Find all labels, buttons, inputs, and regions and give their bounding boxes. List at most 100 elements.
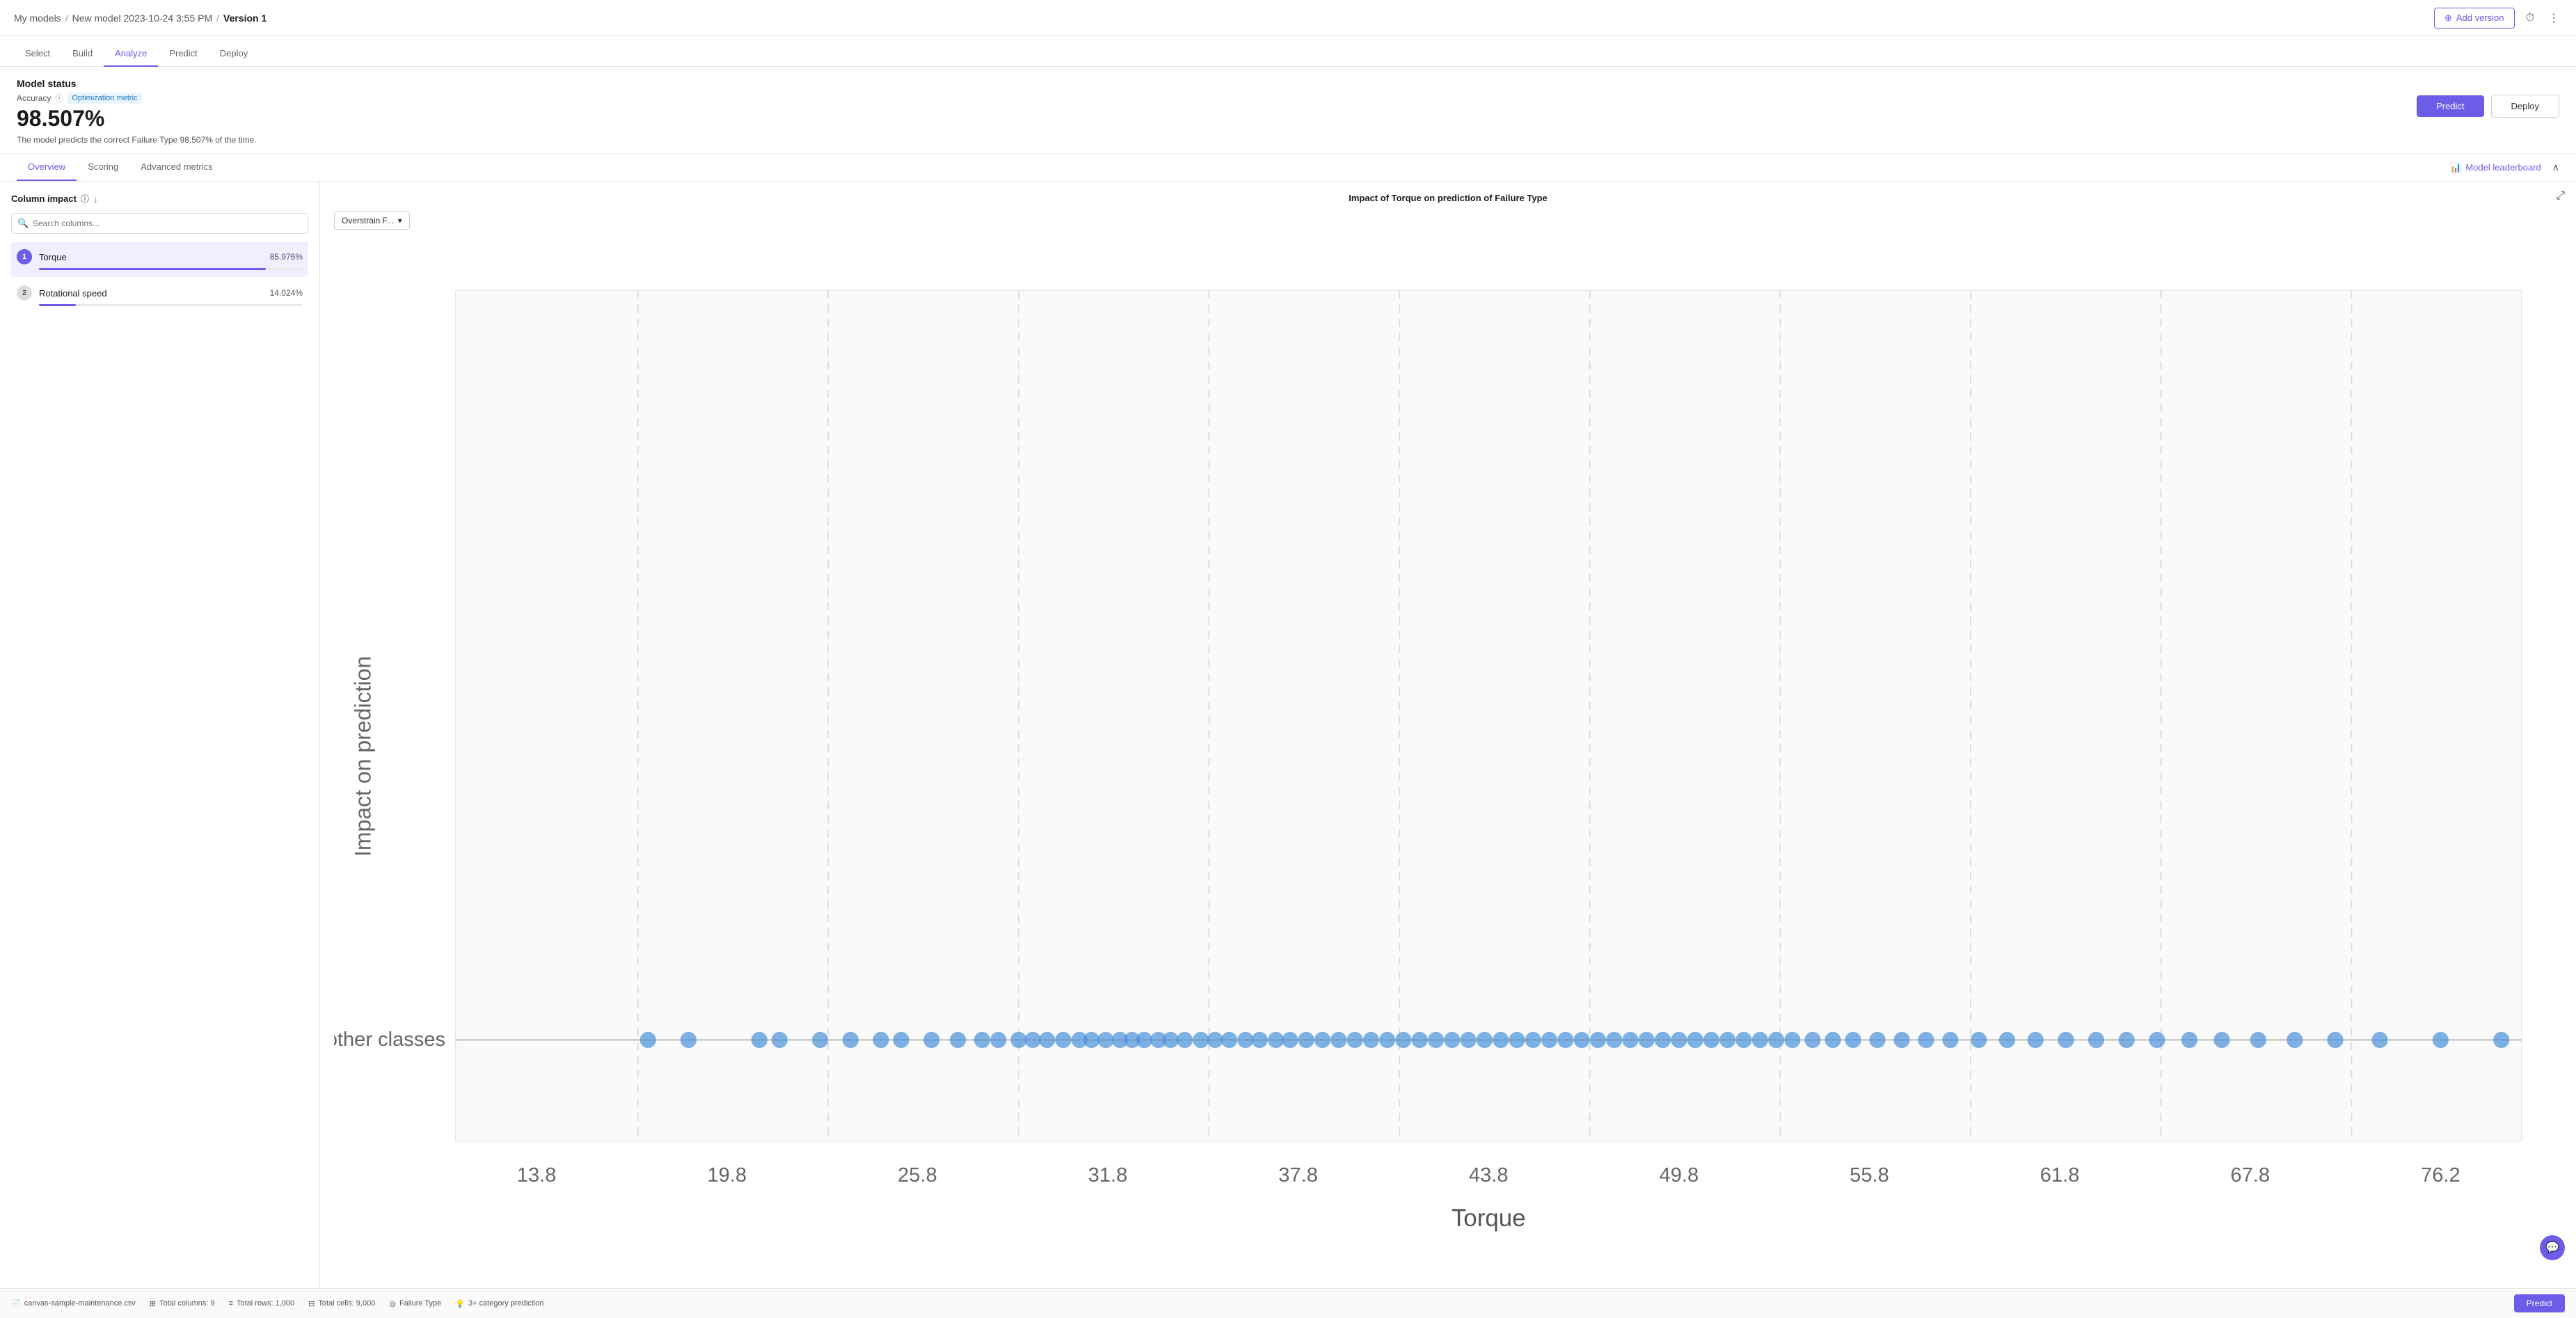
tab-analyze[interactable]: Analyze	[104, 41, 158, 67]
model-name-link[interactable]: New model 2023-10-24 3:55 PM	[72, 13, 213, 24]
column-item-rotational-speed[interactable]: 2 Rotational speed 14.024%	[11, 278, 308, 313]
chat-icon: 💬	[2545, 1241, 2559, 1255]
main-content: Model status Accuracy ⓘ Optimization met…	[0, 67, 2576, 1288]
tab-predict[interactable]: Predict	[158, 41, 208, 67]
file-icon: 📄	[11, 1299, 21, 1308]
chevron-down-icon: ▾	[398, 216, 402, 225]
nav-tabs: Select Build Analyze Predict Deploy	[0, 36, 2576, 67]
target-text: Failure Type	[399, 1299, 441, 1308]
predict-button-main[interactable]: Predict	[2417, 95, 2483, 117]
col-bar-torque	[39, 268, 266, 270]
content-area: Column impact ⓘ ↓ 🔍 1 Torque 85.976%	[0, 182, 2576, 1288]
svg-text:61.8: 61.8	[2040, 1164, 2080, 1186]
sep1: /	[65, 13, 68, 24]
expand-chart-button[interactable]: ⤢	[2556, 190, 2565, 203]
tab-overview[interactable]: Overview	[17, 154, 77, 181]
footer-target: ◎ Failure Type	[389, 1299, 441, 1308]
col-pct-rotational: 14.024%	[270, 288, 303, 298]
target-icon: ◎	[389, 1299, 396, 1308]
leaderboard-label: Model leaderboard	[2465, 162, 2541, 173]
col-bar-container-rotational	[39, 304, 303, 306]
add-version-button[interactable]: ⊕ Add version	[2434, 8, 2515, 29]
svg-text:25.8: 25.8	[898, 1164, 937, 1186]
column-impact-header: Column impact ⓘ ↓	[11, 193, 308, 205]
column-impact-info-icon[interactable]: ⓘ	[81, 193, 89, 205]
deploy-button-main[interactable]: Deploy	[2491, 95, 2559, 118]
model-leaderboard-button[interactable]: 📊 Model leaderboard	[2450, 162, 2541, 173]
rows-text: Total rows: 1,000	[237, 1299, 294, 1308]
rank-1: 1	[17, 249, 32, 264]
model-status-left: Model status Accuracy ⓘ Optimization met…	[17, 78, 257, 145]
rows-icon: ≡	[229, 1299, 233, 1308]
col-pct-torque: 85.976%	[270, 252, 303, 262]
chart-svg: Impact on prediction All other classes	[334, 235, 2562, 1278]
model-status-right: Predict Deploy	[2417, 95, 2559, 118]
cells-text: Total cells: 9,000	[318, 1299, 375, 1308]
column-item-torque[interactable]: 1 Torque 85.976%	[11, 242, 308, 277]
history-button[interactable]: ⏱	[2523, 9, 2537, 27]
footer-filename: 📄 canvas-sample-maintenance.csv	[11, 1299, 136, 1308]
plus-icon: ⊕	[2444, 13, 2452, 24]
more-button[interactable]: ⋮	[2545, 8, 2562, 28]
version-label: Version 1	[223, 13, 267, 24]
col-bar-container-torque	[39, 268, 303, 270]
accuracy-desc: The model predicts the correct Failure T…	[17, 135, 257, 145]
sub-tabs-left: Overview Scoring Advanced metrics	[17, 154, 224, 181]
model-status-bar: Model status Accuracy ⓘ Optimization met…	[0, 67, 2576, 154]
col-name-rotational: Rotational speed	[39, 288, 263, 299]
sidebar: Column impact ⓘ ↓ 🔍 1 Torque 85.976%	[0, 182, 320, 1288]
tab-scoring[interactable]: Scoring	[77, 154, 129, 181]
class-dropdown[interactable]: Overstrain F... ▾	[334, 212, 410, 230]
svg-text:49.8: 49.8	[1660, 1164, 1699, 1186]
breadcrumb: My models / New model 2023-10-24 3:55 PM…	[14, 13, 267, 24]
chart-title: Impact of Torque on prediction of Failur…	[334, 193, 2562, 203]
collapse-button[interactable]: ∧	[2552, 161, 2559, 173]
rank-2: 2	[17, 285, 32, 301]
svg-text:Torque: Torque	[1452, 1205, 1526, 1232]
lightbulb-icon: 💡	[455, 1299, 465, 1308]
svg-text:55.8: 55.8	[1850, 1164, 1889, 1186]
svg-text:13.8: 13.8	[517, 1164, 557, 1186]
accuracy-text: Accuracy	[17, 93, 51, 103]
svg-text:Impact on prediction: Impact on prediction	[350, 656, 375, 857]
prediction-type-text: 3+ category prediction	[468, 1299, 544, 1308]
footer-rows: ≡ Total rows: 1,000	[229, 1299, 295, 1308]
svg-text:37.8: 37.8	[1278, 1164, 1318, 1186]
sort-icon[interactable]: ↓	[93, 193, 98, 205]
footer-predict-button[interactable]: Predict	[2514, 1294, 2565, 1312]
sep2: /	[216, 13, 219, 24]
tab-select[interactable]: Select	[14, 41, 61, 67]
add-version-label: Add version	[2456, 13, 2504, 23]
chat-button[interactable]: 💬	[2540, 1235, 2565, 1260]
svg-text:67.8: 67.8	[2230, 1164, 2270, 1186]
search-icon: 🔍	[17, 218, 29, 229]
footer-prediction-type: 💡 3+ category prediction	[455, 1299, 543, 1308]
model-status-title: Model status	[17, 78, 257, 89]
svg-text:All other classes: All other classes	[334, 1029, 445, 1051]
accuracy-value: 98.507%	[17, 106, 257, 131]
chart-controls: Overstrain F... ▾	[334, 212, 2562, 230]
svg-text:76.2: 76.2	[2421, 1164, 2460, 1186]
chart-area: Impact of Torque on prediction of Failur…	[320, 182, 2576, 1288]
footer-cells: ⊟ Total cells: 9,000	[308, 1299, 375, 1308]
tab-build[interactable]: Build	[61, 41, 104, 67]
col-bar-rotational	[39, 304, 76, 306]
tab-advanced-metrics[interactable]: Advanced metrics	[129, 154, 223, 181]
cells-icon: ⊟	[308, 1299, 315, 1308]
my-models-link[interactable]: My models	[14, 13, 61, 24]
optimization-badge: Optimization metric	[67, 93, 141, 104]
chart-svg-wrapper: Impact on prediction All other classes	[334, 235, 2562, 1278]
columns-text: Total columns: 9	[159, 1299, 214, 1308]
filename-text: canvas-sample-maintenance.csv	[24, 1299, 136, 1308]
tab-deploy[interactable]: Deploy	[209, 41, 259, 67]
svg-text:43.8: 43.8	[1469, 1164, 1509, 1186]
footer-columns: ⊞ Total columns: 9	[150, 1299, 215, 1308]
header-actions: ⊕ Add version ⏱ ⋮	[2434, 8, 2562, 29]
search-wrapper: 🔍	[11, 213, 308, 234]
column-impact-title: Column impact	[11, 193, 77, 204]
footer: 📄 canvas-sample-maintenance.csv ⊞ Total …	[0, 1288, 2576, 1318]
search-input[interactable]	[11, 213, 308, 234]
col-name-torque: Torque	[39, 252, 263, 262]
header: My models / New model 2023-10-24 3:55 PM…	[0, 0, 2576, 36]
sub-tabs: Overview Scoring Advanced metrics 📊 Mode…	[0, 154, 2576, 182]
